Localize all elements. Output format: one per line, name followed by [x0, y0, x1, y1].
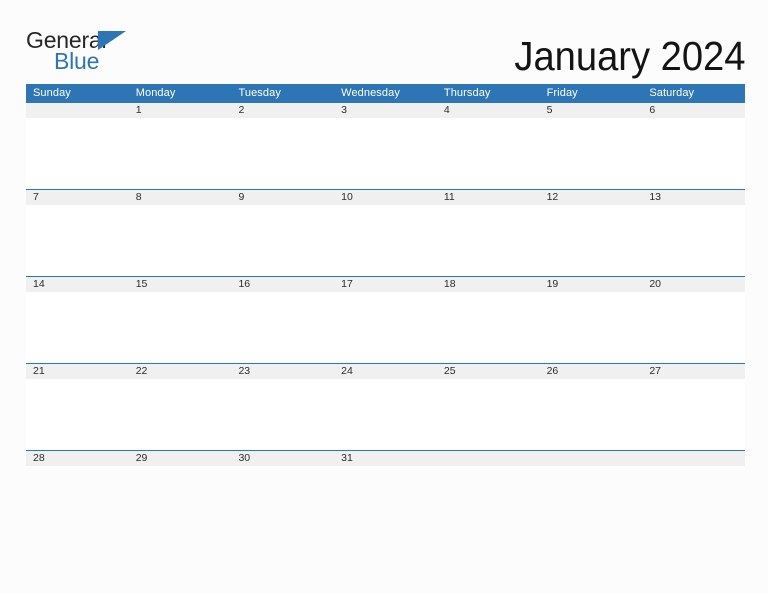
- note-cell[interactable]: [540, 205, 643, 276]
- date-cell[interactable]: 15: [129, 277, 232, 292]
- date-cell[interactable]: 8: [129, 190, 232, 205]
- week-note-band: [26, 379, 745, 450]
- note-cell[interactable]: [231, 118, 334, 189]
- date-cell[interactable]: 20: [642, 277, 745, 292]
- page-title: January 2024: [513, 33, 745, 79]
- date-cell[interactable]: 11: [437, 190, 540, 205]
- note-cell[interactable]: [437, 205, 540, 276]
- week-date-band: 28 29 30 31: [26, 451, 745, 466]
- note-cell[interactable]: [26, 118, 129, 189]
- date-cell[interactable]: [540, 451, 643, 466]
- note-cell[interactable]: [129, 292, 232, 363]
- calendar-week-row: 28 29 30 31: [26, 450, 745, 466]
- date-cell[interactable]: 13: [642, 190, 745, 205]
- general-blue-logo: General Blue: [26, 28, 130, 74]
- note-cell[interactable]: [231, 379, 334, 450]
- date-cell[interactable]: 18: [437, 277, 540, 292]
- note-cell[interactable]: [129, 118, 232, 189]
- week-date-band: 14 15 16 17 18 19 20: [26, 277, 745, 292]
- triangle-icon: [98, 31, 126, 50]
- note-cell[interactable]: [334, 205, 437, 276]
- note-cell[interactable]: [540, 292, 643, 363]
- note-cell[interactable]: [540, 379, 643, 450]
- note-cell[interactable]: [437, 292, 540, 363]
- date-cell[interactable]: 31: [334, 451, 437, 466]
- date-cell[interactable]: 14: [26, 277, 129, 292]
- note-cell[interactable]: [334, 292, 437, 363]
- weekday-header-wednesday: Wednesday: [341, 87, 400, 99]
- page-header: General Blue January 2024: [0, 0, 768, 84]
- note-cell[interactable]: [231, 292, 334, 363]
- date-cell[interactable]: 24: [334, 364, 437, 379]
- date-cell[interactable]: 27: [642, 364, 745, 379]
- note-cell[interactable]: [26, 205, 129, 276]
- date-cell[interactable]: 26: [540, 364, 643, 379]
- date-cell[interactable]: 9: [231, 190, 334, 205]
- note-cell[interactable]: [26, 292, 129, 363]
- note-cell[interactable]: [334, 379, 437, 450]
- note-cell[interactable]: [334, 118, 437, 189]
- date-cell[interactable]: 12: [540, 190, 643, 205]
- note-cell[interactable]: [437, 118, 540, 189]
- date-cell[interactable]: 30: [231, 451, 334, 466]
- date-cell[interactable]: 4: [437, 103, 540, 118]
- week-note-band: [26, 205, 745, 276]
- weekday-header-tuesday: Tuesday: [238, 87, 281, 99]
- calendar-week-row: 21 22 23 24 25 26 27: [26, 363, 745, 450]
- note-cell[interactable]: [642, 292, 745, 363]
- calendar-page: General Blue January 2024 Sunday Monday …: [0, 0, 768, 593]
- calendar-week-row: 7 8 9 10 11 12 13: [26, 189, 745, 276]
- date-cell[interactable]: 17: [334, 277, 437, 292]
- weekday-header-sunday: Sunday: [33, 87, 71, 99]
- logo-text-blue: Blue: [54, 48, 100, 74]
- date-cell[interactable]: 21: [26, 364, 129, 379]
- weekday-header-friday: Friday: [546, 87, 578, 99]
- date-cell[interactable]: 28: [26, 451, 129, 466]
- date-cell[interactable]: 16: [231, 277, 334, 292]
- week-date-band: 1 2 3 4 5 6: [26, 103, 745, 118]
- weekday-header-thursday: Thursday: [443, 87, 491, 99]
- note-cell[interactable]: [437, 379, 540, 450]
- date-cell[interactable]: 23: [231, 364, 334, 379]
- date-cell[interactable]: 1: [129, 103, 232, 118]
- week-note-band: [26, 118, 745, 189]
- note-cell[interactable]: [540, 118, 643, 189]
- week-date-band: 21 22 23 24 25 26 27: [26, 364, 745, 379]
- note-cell[interactable]: [129, 379, 232, 450]
- weekday-header-row: Sunday Monday Tuesday Wednesday Thursday…: [26, 84, 745, 103]
- weekday-header-saturday: Saturday: [649, 87, 695, 99]
- date-cell[interactable]: 2: [231, 103, 334, 118]
- date-cell[interactable]: [642, 451, 745, 466]
- date-cell[interactable]: [26, 103, 129, 118]
- note-cell[interactable]: [642, 205, 745, 276]
- week-note-band: [26, 292, 745, 363]
- calendar-grid: Sunday Monday Tuesday Wednesday Thursday…: [26, 84, 745, 466]
- date-cell[interactable]: 5: [540, 103, 643, 118]
- note-cell[interactable]: [26, 379, 129, 450]
- weekday-header-monday: Monday: [135, 87, 176, 99]
- calendar-week-row: 14 15 16 17 18 19 20: [26, 276, 745, 363]
- date-cell[interactable]: 19: [540, 277, 643, 292]
- note-cell[interactable]: [231, 205, 334, 276]
- date-cell[interactable]: 25: [437, 364, 540, 379]
- date-cell[interactable]: 22: [129, 364, 232, 379]
- week-date-band: 7 8 9 10 11 12 13: [26, 190, 745, 205]
- date-cell[interactable]: 6: [642, 103, 745, 118]
- date-cell[interactable]: [437, 451, 540, 466]
- date-cell[interactable]: 7: [26, 190, 129, 205]
- calendar-week-row: 1 2 3 4 5 6: [26, 103, 745, 189]
- date-cell[interactable]: 10: [334, 190, 437, 205]
- date-cell[interactable]: 29: [129, 451, 232, 466]
- note-cell[interactable]: [642, 118, 745, 189]
- date-cell[interactable]: 3: [334, 103, 437, 118]
- note-cell[interactable]: [642, 379, 745, 450]
- note-cell[interactable]: [129, 205, 232, 276]
